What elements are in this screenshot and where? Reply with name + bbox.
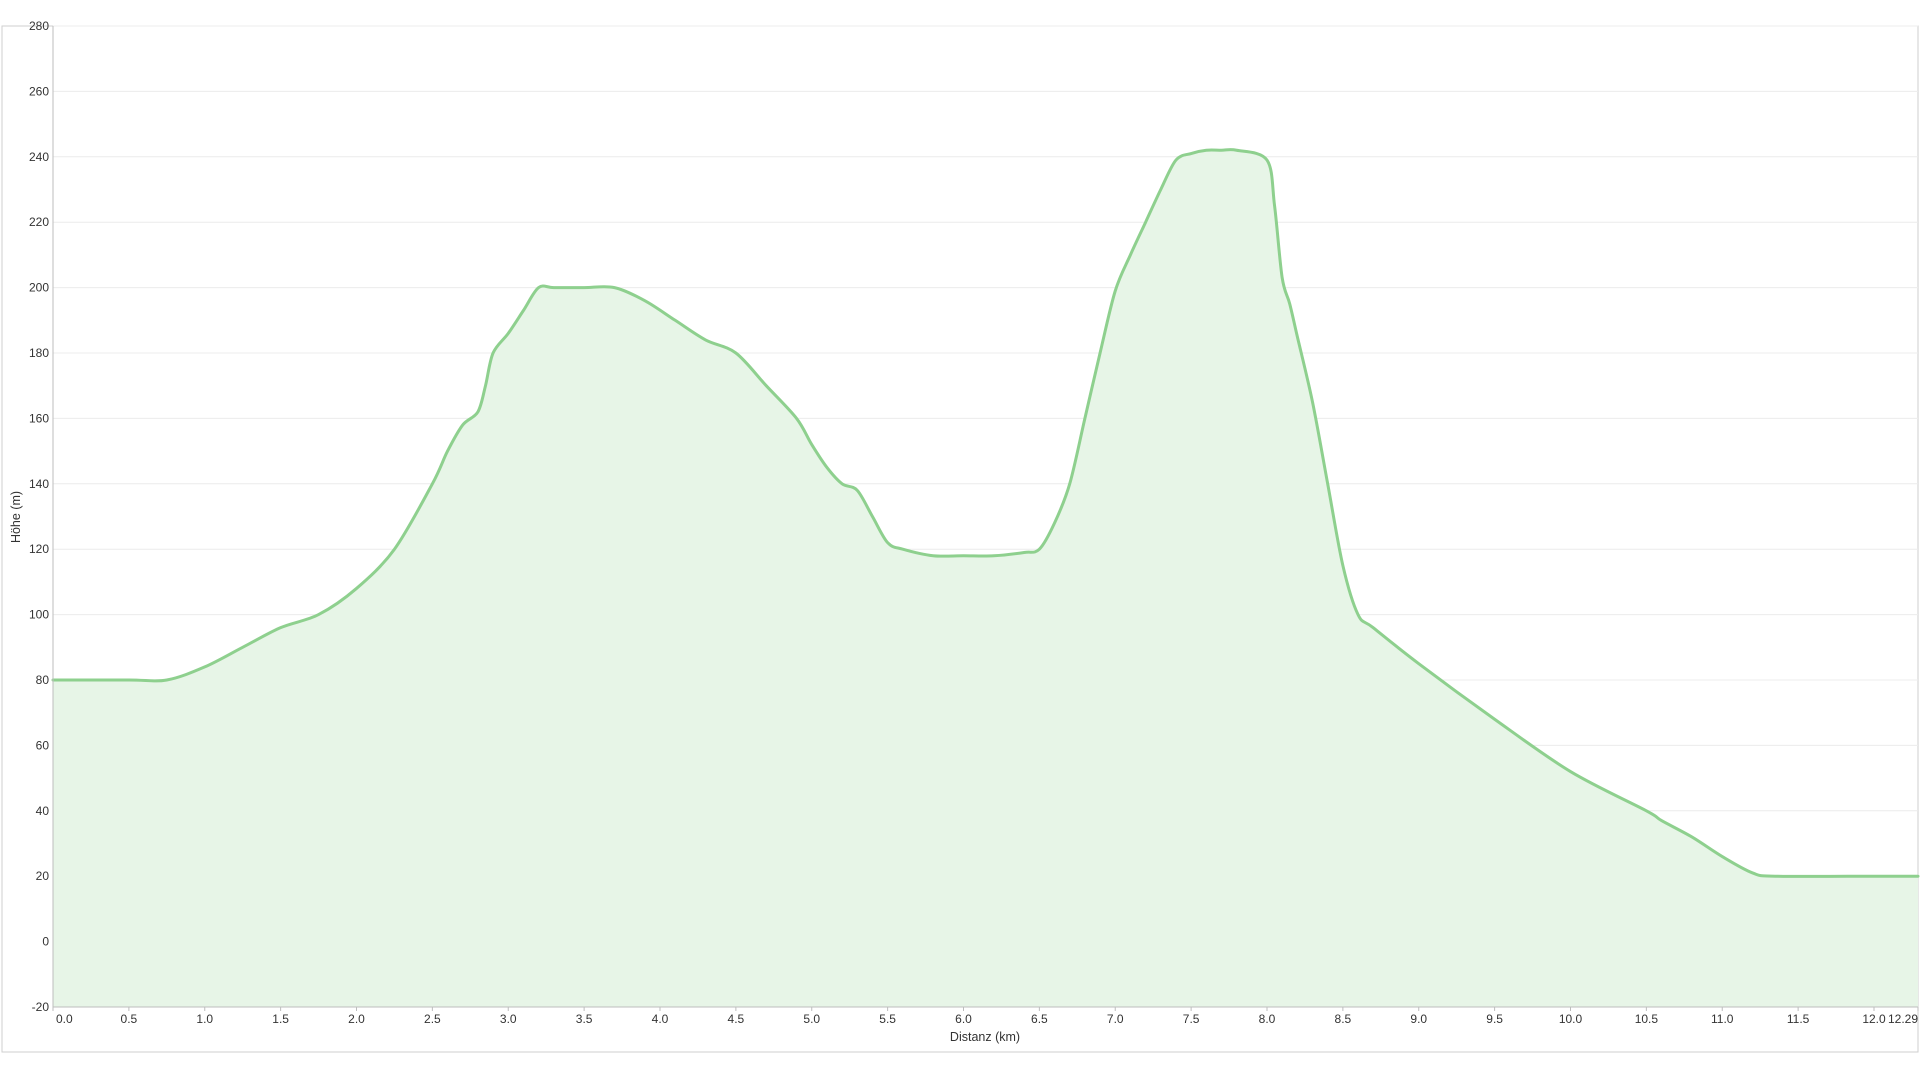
y-tick-label: 100 xyxy=(29,608,49,622)
x-tick-label: 5.0 xyxy=(803,1012,820,1026)
y-tick-label: 60 xyxy=(36,738,50,752)
x-tick-label: 10.5 xyxy=(1635,1012,1659,1026)
x-tick-label: 0.0 xyxy=(56,1012,73,1026)
x-tick-label: 7.0 xyxy=(1107,1012,1124,1026)
elevation-profile-chart: 280 260 240 220 200 180 160 140 120 100 80 60 40 20 0-… xyxy=(0,0,1920,1080)
x-tick-label: 8.0 xyxy=(1259,1012,1276,1026)
y-tick-label: 40 xyxy=(36,804,50,818)
y-tick-label: 80 xyxy=(36,673,50,687)
y-tick-label: 280 xyxy=(29,19,49,33)
x-tick-label: 7.5 xyxy=(1183,1012,1200,1026)
y-tick-label: 260 xyxy=(29,84,49,98)
x-axis-title: Distanz (km) xyxy=(950,1030,1020,1044)
y-tick-label: -20 xyxy=(32,1000,50,1014)
x-tick-label: 0.5 xyxy=(121,1012,138,1026)
x-tick-label: 11.5 xyxy=(1787,1012,1810,1026)
x-tick-label: 1.0 xyxy=(196,1012,213,1026)
x-tick-label: 10.0 xyxy=(1559,1012,1583,1026)
elevation-chart-svg: 280260240220200180160140120100806040200-… xyxy=(1,19,1920,1053)
x-tick-label: 12.0 xyxy=(1862,1012,1886,1026)
y-tick-label: 200 xyxy=(29,281,49,295)
y-tick-label: 220 xyxy=(29,215,49,229)
y-tick-label: 160 xyxy=(29,411,49,425)
y-tick-label: 0 xyxy=(42,935,49,949)
y-axis-title: Höhe (m) xyxy=(9,491,23,543)
y-tick-label: 240 xyxy=(29,150,49,164)
x-tick-label: 4.0 xyxy=(652,1012,669,1026)
x-tick-label: 2.5 xyxy=(424,1012,441,1026)
x-tick-label: 8.5 xyxy=(1335,1012,1352,1026)
y-tick-label: 180 xyxy=(29,346,49,360)
x-tick-label: 3.5 xyxy=(576,1012,593,1026)
y-tick-label: 120 xyxy=(29,542,49,556)
y-tick-label: 140 xyxy=(29,477,49,491)
x-tick-label: 11.0 xyxy=(1711,1012,1734,1026)
x-tick-label: 2.0 xyxy=(348,1012,365,1026)
x-tick-label: 9.5 xyxy=(1486,1012,1503,1026)
x-tick-label: 6.0 xyxy=(955,1012,972,1026)
x-tick-label: 6.5 xyxy=(1031,1012,1048,1026)
x-tick-label: 5.5 xyxy=(879,1012,896,1026)
x-tick-label: 4.5 xyxy=(728,1012,745,1026)
x-tick-label: 3.0 xyxy=(500,1012,517,1026)
x-tick-label: 1.5 xyxy=(272,1012,289,1026)
x-tick-label: 9.0 xyxy=(1410,1012,1427,1026)
x-tick-label: 12.29 xyxy=(1888,1012,1918,1026)
y-tick-label: 20 xyxy=(36,869,50,883)
